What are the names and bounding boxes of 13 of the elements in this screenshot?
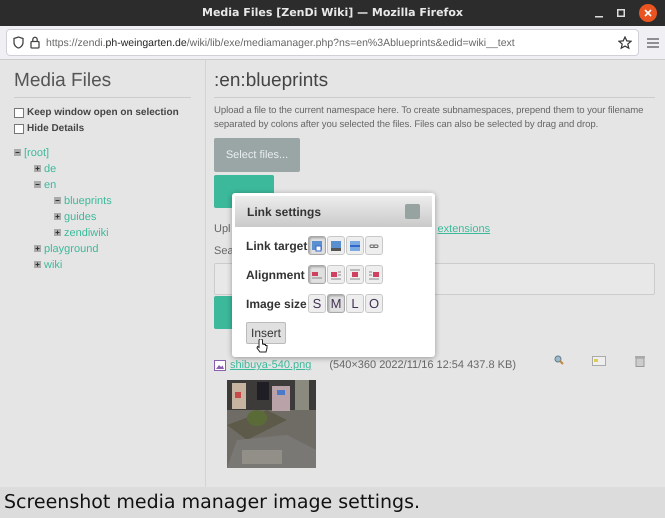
window-title: Media Files [ZenDi Wiki] — Mozilla Firefox — [202, 6, 463, 19]
dialog-title: Link settings — [247, 204, 322, 220]
setting-label: Alignment — [246, 266, 304, 284]
option-label: Hide Details — [27, 122, 84, 136]
option-label: Keep window open on selection — [27, 106, 179, 120]
url-text: https://zendi.ph-weingarten.de/wiki/lib/exe/mediamanager.php?ns=en%3Ablueprints&edid=wiki__text — [46, 36, 516, 48]
upload-info-text: Upl — [214, 222, 231, 237]
upload-description: Upload a file to the current namespace here. To create subnamespaces, prepend them to your filename separated by colons after you selected the files. Files can also be selected by drag and drop. — [214, 104, 644, 132]
namespace-heading: :en:blueprints — [214, 70, 655, 98]
caption-text: Screenshot media manager image settings. — [0, 487, 665, 518]
setting-label: Image size — [246, 296, 304, 312]
sidebar-title: Media Files — [14, 70, 191, 98]
file-details: (540×360 2022/11/16 12:54 437.8 KB) — [329, 358, 516, 374]
